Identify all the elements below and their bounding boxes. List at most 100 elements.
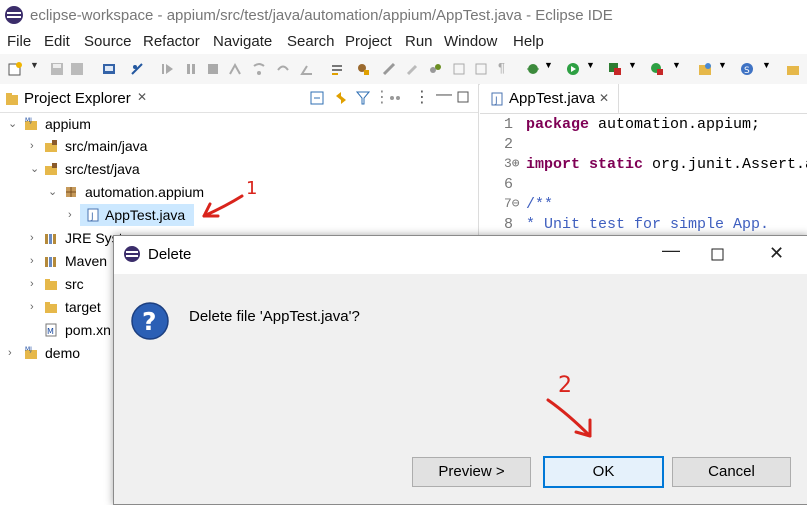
menu-window[interactable]: Window (444, 33, 497, 50)
tree-item-src-main-java[interactable]: › src/main/java (0, 135, 470, 157)
comment-line: * Unit test for simple App. (526, 216, 770, 233)
suspend-icon[interactable] (184, 62, 198, 76)
coverage-icon[interactable] (608, 62, 622, 76)
pencil-icon[interactable] (406, 62, 420, 76)
eclipse-logo-icon (5, 6, 23, 24)
preview-button[interactable]: Preview > (412, 457, 531, 487)
new-dropdown-icon[interactable]: ▼ (30, 60, 39, 70)
maximize-window-icon[interactable] (711, 248, 724, 261)
open-file-icon[interactable] (786, 62, 800, 76)
collapse-chevron-icon[interactable]: ⌄ (30, 158, 40, 180)
next-annotation-icon[interactable] (452, 62, 466, 76)
close-window-icon[interactable]: ✕ (769, 243, 784, 264)
new-java-project-icon[interactable] (698, 62, 712, 76)
debug-icon[interactable] (526, 62, 540, 76)
menu-search[interactable]: Search (287, 33, 335, 50)
svg-text:MJ: MJ (25, 117, 32, 124)
close-tab-icon[interactable]: ✕ (599, 91, 609, 105)
step-return-icon[interactable] (300, 62, 314, 76)
terminal-icon[interactable] (102, 62, 116, 76)
menu-refactor[interactable]: Refactor (143, 33, 200, 50)
minimize-view-icon[interactable]: — (436, 86, 452, 104)
editor-tab-apptest[interactable]: J AppTest.java ✕ (482, 84, 619, 114)
collapse-all-icon[interactable] (310, 91, 324, 105)
expand-chevron-icon[interactable]: › (30, 135, 40, 157)
line-number: 3⊕ (504, 156, 520, 171)
terminate-icon[interactable] (206, 62, 220, 76)
tree-item-appium[interactable]: ⌄ MJ appium (0, 113, 470, 135)
save-icon[interactable] (50, 62, 64, 76)
expand-chevron-icon[interactable]: › (68, 204, 78, 226)
question-icon: ? (131, 302, 169, 340)
run-dropdown-icon[interactable]: ▼ (586, 60, 595, 70)
expand-chevron-icon[interactable]: › (8, 342, 18, 364)
tree-item-apptest-selected[interactable]: › J AppTest.java (68, 204, 194, 226)
toggle-mark-icon[interactable] (330, 62, 344, 76)
annotation-icon[interactable] (428, 62, 442, 76)
coverage-dropdown-icon[interactable]: ▼ (628, 60, 637, 70)
view-menu-icon[interactable] (388, 91, 402, 105)
run-icon[interactable] (566, 62, 580, 76)
new-class-dropdown-icon[interactable]: ▼ (762, 60, 771, 70)
skip-breakpoints-icon[interactable] (130, 62, 144, 76)
title-bar: eclipse-workspace - appium/src/test/java… (0, 0, 807, 30)
expand-chevron-icon[interactable]: › (30, 250, 40, 272)
source-folder-icon (45, 163, 57, 175)
menu-help[interactable]: Help (513, 33, 544, 50)
menu-navigate[interactable]: Navigate (213, 33, 272, 50)
open-type-icon[interactable] (356, 62, 370, 76)
disconnect-icon[interactable] (228, 62, 242, 76)
step-into-icon[interactable] (252, 62, 266, 76)
keyword: import static (526, 156, 644, 173)
external-tools-icon[interactable] (650, 62, 664, 76)
java-file-icon: J (491, 92, 503, 106)
cancel-button[interactable]: Cancel (672, 457, 791, 487)
close-view-icon[interactable]: ✕ (137, 90, 147, 104)
expand-chevron-icon[interactable]: › (30, 227, 40, 249)
step-over-icon[interactable] (276, 62, 290, 76)
open-task-icon[interactable] (382, 62, 396, 76)
tree-label: src/test/java (65, 161, 140, 177)
more-options-icon[interactable]: ⋮ (414, 87, 430, 107)
debug-dropdown-icon[interactable]: ▼ (544, 60, 553, 70)
annotation-number-1: 1 (246, 178, 257, 199)
expand-chevron-icon[interactable]: › (30, 273, 40, 295)
code-text: automation.appium; (589, 116, 761, 133)
dialog-message: Delete file 'AppTest.java'? (189, 308, 360, 325)
maven-project-icon: MJ (25, 117, 37, 130)
editor-tab-label: AppTest.java (509, 90, 595, 107)
folder-icon (45, 279, 57, 290)
collapse-chevron-icon[interactable]: ⌄ (48, 181, 58, 203)
prev-annotation-icon[interactable] (474, 62, 488, 76)
new-java-dropdown-icon[interactable]: ▼ (718, 60, 727, 70)
expand-chevron-icon[interactable]: › (30, 296, 40, 318)
code-text: org.junit.Assert.a (643, 156, 807, 173)
maximize-view-icon[interactable] (457, 91, 469, 103)
comment-line: /** (526, 196, 554, 213)
line-number: 7⊖ (504, 196, 520, 211)
new-class-icon[interactable]: S (740, 62, 754, 76)
toolbar: ▼ ¶ ▼ ▼ ▼ ▼ ▼ S ▼ (0, 54, 807, 85)
save-all-icon[interactable] (70, 62, 84, 76)
external-tools-dropdown-icon[interactable]: ▼ (672, 60, 681, 70)
ok-button[interactable]: OK (543, 456, 664, 488)
annotation-arrow-2: 2 (546, 373, 592, 438)
menu-source[interactable]: Source (84, 33, 132, 50)
menu-run[interactable]: Run (405, 33, 433, 50)
resume-icon[interactable] (160, 62, 174, 76)
pilcrow-icon[interactable]: ¶ (498, 60, 505, 75)
filter-icon[interactable] (356, 91, 370, 105)
link-editor-icon[interactable] (334, 91, 348, 105)
library-icon (45, 257, 56, 267)
project-explorer-title[interactable]: Project Explorer (24, 90, 131, 107)
annotation-arrow-1: 1 (202, 178, 257, 218)
tree-item-src-test-java[interactable]: ⌄ src/test/java (0, 158, 470, 180)
new-icon[interactable] (8, 62, 22, 76)
eclipse-logo-icon (124, 246, 140, 262)
collapse-chevron-icon[interactable]: ⌄ (8, 113, 18, 135)
menu-edit[interactable]: Edit (44, 33, 70, 50)
minimize-window-icon[interactable]: — (662, 240, 680, 261)
menu-project[interactable]: Project (345, 33, 392, 50)
menu-file[interactable]: File (7, 33, 31, 50)
code-line: import static org.junit.Assert.a (526, 156, 807, 173)
